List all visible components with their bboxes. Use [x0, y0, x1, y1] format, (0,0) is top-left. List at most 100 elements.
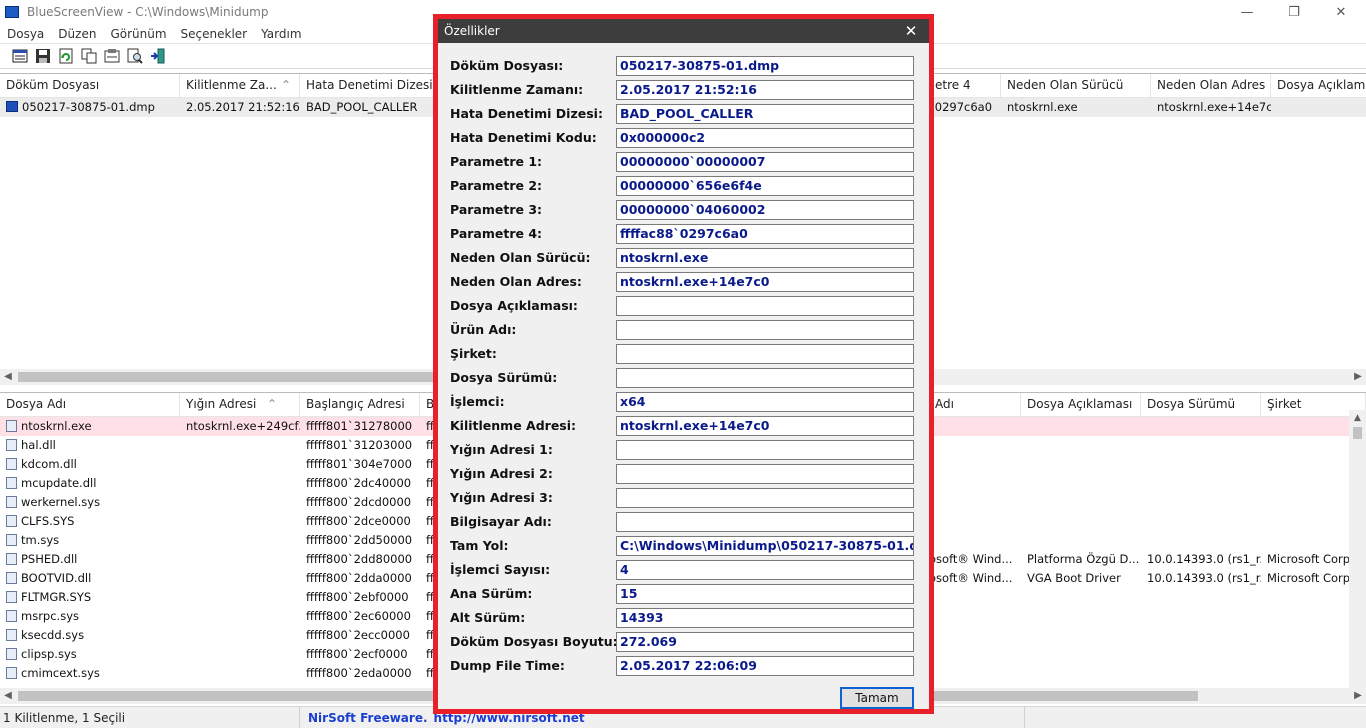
property-value-field[interactable]: 0x000000c2 [616, 128, 914, 148]
close-button[interactable]: ✕ [1318, 0, 1364, 24]
property-row: Ürün Adı: [438, 319, 929, 343]
cell-file-description [1021, 493, 1141, 512]
property-value-field[interactable]: 00000000`04060002 [616, 200, 914, 220]
property-row: Dosya Açıklaması: [438, 295, 929, 319]
col-stack-address[interactable]: Yığın Adresi ⌃ [180, 393, 300, 417]
property-value-field[interactable]: BAD_POOL_CALLER [616, 104, 914, 124]
cell-file-description [1021, 588, 1141, 607]
property-value-field[interactable]: 272.069 [616, 632, 914, 652]
property-value-field[interactable]: 2.05.2017 21:52:16 [616, 80, 914, 100]
property-value-field[interactable]: 15 [616, 584, 914, 604]
properties-icon[interactable] [10, 47, 29, 66]
driver-file-name: PSHED.dll [21, 552, 78, 566]
property-value-field[interactable] [616, 440, 914, 460]
maximize-button[interactable]: ❐ [1271, 0, 1317, 24]
property-value-field[interactable]: 4 [616, 560, 914, 580]
property-value-field[interactable]: 00000000`656e6f4e [616, 176, 914, 196]
options-icon[interactable] [102, 47, 121, 66]
menu-gorunum[interactable]: Görünüm [103, 27, 173, 41]
cell-start-address: fffff800`2dce0000 [306, 514, 411, 528]
cell-file-description [1021, 531, 1141, 550]
ok-button[interactable]: Tamam [840, 687, 914, 709]
col-dump-file[interactable]: Döküm Dosyası [0, 74, 180, 98]
property-value-field[interactable] [616, 320, 914, 340]
cell-file-description [1021, 474, 1141, 493]
scroll-left-icon[interactable]: ◀ [0, 369, 16, 385]
scroll-thumb[interactable] [1353, 427, 1362, 439]
cell-crash-time: 2.05.2017 21:52:16 [186, 100, 300, 114]
property-value-field[interactable]: ntoskrnl.exe [616, 248, 914, 268]
driver-file-name: CLFS.SYS [21, 514, 75, 528]
dialog-close-icon[interactable]: ✕ [901, 19, 921, 43]
menu-duzen[interactable]: Düzen [51, 27, 103, 41]
property-value-field[interactable] [616, 344, 914, 364]
cell-file-name: CLFS.SYS [0, 512, 180, 531]
driver-file-name: clipsp.sys [21, 647, 77, 661]
scroll-thumb[interactable] [18, 372, 438, 382]
property-value-field[interactable] [616, 464, 914, 484]
property-value-field[interactable]: 14393 [616, 608, 914, 628]
property-row: Dosya Sürümü: [438, 367, 929, 391]
cell-file-description [1021, 626, 1141, 645]
col-bug-check-string[interactable]: Hata Denetimi Dizesi [300, 74, 435, 98]
property-value-field[interactable]: C:\Windows\Minidump\050217-30875-01.dmp [616, 536, 914, 556]
col-caused-by-driver[interactable]: Neden Olan Sürücü [1001, 74, 1151, 98]
app-icon [5, 6, 19, 18]
col-file-version[interactable]: Dosya Sürümü [1141, 393, 1261, 417]
property-value-field[interactable]: 2.05.2017 22:06:09 [616, 656, 914, 676]
col-file-description[interactable]: Dosya Açıklaması [1021, 393, 1141, 417]
property-row: Döküm Dosyası: 050217-30875-01.dmp [438, 55, 929, 79]
driver-file-icon [6, 534, 17, 546]
col-file-name[interactable]: Dosya Adı [0, 393, 180, 417]
exit-icon[interactable] [148, 47, 167, 66]
driver-file-icon [6, 572, 17, 584]
cell-product-name [929, 436, 1021, 455]
property-value-field[interactable]: 050217-30875-01.dmp [616, 56, 914, 76]
property-value-field[interactable]: ntoskrnl.exe+14e7c0 [616, 272, 914, 292]
copy-icon[interactable] [79, 47, 98, 66]
col-file-description[interactable]: Dosya Açıklaması [1271, 74, 1366, 98]
property-label: Döküm Dosyası: [450, 58, 564, 73]
property-row: Kilitlenme Adresi: ntoskrnl.exe+14e7c0 [438, 415, 929, 439]
property-value-field[interactable]: ntoskrnl.exe+14e7c0 [616, 416, 914, 436]
refresh-icon[interactable] [56, 47, 75, 66]
col-crash-time[interactable]: Kilitlenme Za... ⌃ [180, 74, 300, 98]
cell-parameter-4: `0297c6a0 [929, 100, 993, 114]
property-value-field[interactable] [616, 368, 914, 388]
driver-list-vscrollbar[interactable]: ▲ [1349, 410, 1366, 688]
cell-file-name: BOOTVID.dll [0, 569, 180, 588]
property-value-field[interactable] [616, 488, 914, 508]
property-value-field[interactable] [616, 296, 914, 316]
property-label: Ürün Adı: [450, 322, 517, 337]
property-value-field[interactable] [616, 512, 914, 532]
property-row: Bilgisayar Adı: [438, 511, 929, 535]
scroll-right-icon[interactable]: ▶ [1350, 688, 1366, 704]
cell-start-address: fffff800`2ec60000 [306, 609, 411, 623]
cell-stack-address [180, 436, 300, 455]
property-value-field[interactable]: x64 [616, 392, 914, 412]
scroll-up-icon[interactable]: ▲ [1349, 410, 1366, 426]
col-parameter-4[interactable]: etre 4 [929, 74, 1001, 98]
cell-file-name: PSHED.dll [0, 550, 180, 569]
scroll-right-icon[interactable]: ▶ [1350, 369, 1366, 385]
driver-file-name: cmimcext.sys [21, 666, 100, 680]
cell-stack-address [180, 512, 300, 531]
col-start-address[interactable]: Başlangıç Adresi [300, 393, 420, 417]
driver-file-name: hal.dll [21, 438, 56, 452]
minimize-button[interactable]: — [1224, 0, 1270, 24]
property-row: Hata Denetimi Dizesi: BAD_POOL_CALLER [438, 103, 929, 127]
property-row: Tam Yol: C:\Windows\Minidump\050217-30875… [438, 535, 929, 559]
col-caused-by-address[interactable]: Neden Olan Adres [1151, 74, 1271, 98]
menu-yardim[interactable]: Yardım [254, 27, 308, 41]
scroll-left-icon[interactable]: ◀ [0, 688, 16, 704]
cell-product-name [929, 512, 1021, 531]
property-value-field[interactable]: ffffac88`0297c6a0 [616, 224, 914, 244]
menu-secenekler[interactable]: Seçenekler [174, 27, 255, 41]
col-product-name[interactable]: Adı [929, 393, 1021, 417]
driver-file-icon [6, 420, 17, 432]
property-value-field[interactable]: 00000000`00000007 [616, 152, 914, 172]
menu-dosya[interactable]: Dosya [0, 27, 51, 41]
property-label: İşlemci Sayısı: [450, 562, 551, 577]
find-icon[interactable] [125, 47, 144, 66]
save-icon[interactable] [33, 47, 52, 66]
